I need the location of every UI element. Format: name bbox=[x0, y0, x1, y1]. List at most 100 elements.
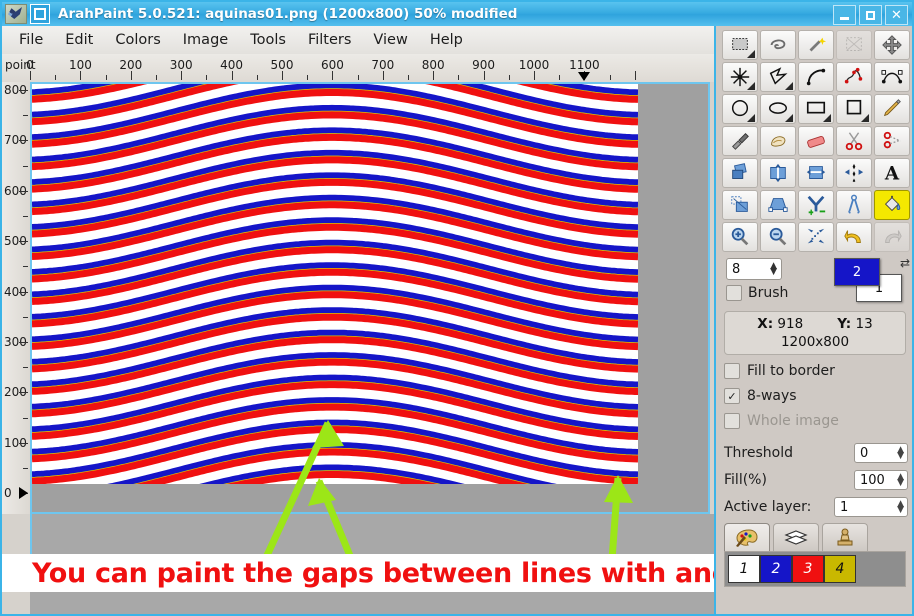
vertical-ruler[interactable]: 800 700 600 500 400 300 200 100 0 bbox=[2, 82, 30, 514]
coord-y-value: 13 bbox=[855, 316, 873, 332]
merge-split-icon[interactable] bbox=[798, 190, 834, 220]
palette-color-swatch[interactable]: 3 bbox=[792, 555, 824, 583]
redo-icon bbox=[874, 222, 910, 252]
palette-color-swatch[interactable]: 2 bbox=[760, 555, 792, 583]
window-controls: ✕ bbox=[833, 5, 908, 25]
layers-tab[interactable] bbox=[773, 523, 819, 552]
palette-color-swatch[interactable]: 4 bbox=[824, 555, 856, 583]
h-ruler-tick bbox=[206, 75, 208, 80]
fit-icon[interactable] bbox=[798, 222, 834, 252]
menu-view[interactable]: View bbox=[362, 30, 418, 50]
fill-to-border-row[interactable]: Fill to border bbox=[724, 363, 910, 379]
h-ruler-label: 0 bbox=[26, 58, 34, 72]
spinner-arrows-icon[interactable]: ▲ ▼ bbox=[770, 262, 777, 277]
active-layer-spinbox[interactable]: 1 ▲ ▼ bbox=[834, 497, 908, 517]
zoom-out-icon[interactable] bbox=[760, 222, 796, 252]
image-canvas[interactable] bbox=[32, 84, 638, 484]
eight-ways-label: 8-ways bbox=[747, 388, 797, 404]
threshold-label: Threshold bbox=[724, 445, 793, 461]
flip-vertical-icon[interactable] bbox=[760, 158, 796, 188]
close-button[interactable]: ✕ bbox=[885, 5, 908, 25]
v-ruler-tick bbox=[23, 216, 28, 217]
magic-wand-icon[interactable] bbox=[798, 30, 834, 60]
rect-select-icon[interactable] bbox=[722, 30, 758, 60]
lasso-select-icon[interactable] bbox=[760, 30, 796, 60]
canvas-viewport[interactable] bbox=[30, 82, 710, 514]
polygon-icon[interactable] bbox=[760, 62, 796, 92]
scissors-icon[interactable] bbox=[836, 126, 872, 156]
threshold-spinbox[interactable]: 0 ▲ ▼ bbox=[854, 443, 908, 463]
bezier-icon[interactable] bbox=[874, 62, 910, 92]
compass-icon[interactable] bbox=[836, 190, 872, 220]
fill-to-border-checkbox[interactable] bbox=[724, 363, 740, 379]
smudge-icon[interactable] bbox=[760, 126, 796, 156]
airbrush-icon[interactable] bbox=[722, 126, 758, 156]
foreground-color-swatch[interactable]: 2 bbox=[834, 258, 880, 286]
flip-horizontal-icon[interactable] bbox=[798, 158, 834, 188]
stamp-tab[interactable] bbox=[822, 523, 868, 552]
active-layer-row: Active layer: 1 ▲ ▼ bbox=[724, 495, 908, 519]
fill-bucket-icon[interactable] bbox=[874, 190, 910, 220]
perspective-icon[interactable] bbox=[760, 190, 796, 220]
mirror-icon[interactable] bbox=[836, 158, 872, 188]
horizontal-ruler[interactable]: point 0 100 200 300 400 500 600 700 800 900 1000 11… bbox=[2, 54, 714, 82]
undo-icon[interactable] bbox=[836, 222, 872, 252]
fill-to-border-label: Fill to border bbox=[747, 363, 835, 379]
menu-colors[interactable]: Colors bbox=[104, 30, 171, 50]
swap-colors-icon[interactable]: ⇄ bbox=[900, 256, 910, 270]
h-ruler-tick bbox=[458, 75, 460, 80]
color-swatches: 1 2 ⇄ bbox=[834, 256, 910, 302]
rectangle-icon[interactable] bbox=[798, 94, 834, 124]
h-ruler-tick bbox=[508, 75, 510, 80]
pencil-icon[interactable] bbox=[874, 94, 910, 124]
maximize-button[interactable] bbox=[859, 5, 882, 25]
menu-file[interactable]: File bbox=[8, 30, 54, 50]
eight-ways-checkbox[interactable]: ✓ bbox=[724, 388, 740, 404]
h-ruler-tick bbox=[181, 71, 183, 80]
h-ruler-label: 700 bbox=[371, 58, 395, 72]
h-ruler-tick bbox=[357, 75, 359, 80]
circle-icon[interactable] bbox=[722, 94, 758, 124]
menu-help[interactable]: Help bbox=[419, 30, 474, 50]
bottom-left-strip bbox=[2, 592, 30, 614]
palette-color-swatch[interactable]: 1 bbox=[728, 555, 760, 583]
threshold-spinner-arrows-icon[interactable]: ▲ ▼ bbox=[897, 446, 904, 461]
move-icon[interactable] bbox=[874, 30, 910, 60]
eraser-icon[interactable] bbox=[798, 126, 834, 156]
minimize-button[interactable] bbox=[833, 5, 856, 25]
h-ruler-label: 800 bbox=[421, 58, 445, 72]
menu-tools[interactable]: Tools bbox=[239, 30, 297, 50]
h-ruler-label: 100 bbox=[68, 58, 92, 72]
eight-ways-row[interactable]: ✓ 8-ways bbox=[724, 388, 910, 404]
cursor-position-box: X: 918 Y: 13 1200x800 bbox=[724, 311, 906, 355]
fill-percent-value: 100 bbox=[860, 472, 885, 488]
ellipse-icon[interactable] bbox=[760, 94, 796, 124]
palette-tab[interactable] bbox=[724, 523, 770, 552]
brush-size-spinbox[interactable]: 8 ▲ ▼ bbox=[726, 258, 782, 280]
h-ruler-label: 500 bbox=[270, 58, 294, 72]
h-ruler-tick bbox=[332, 71, 334, 80]
v-ruler-label: 0 bbox=[4, 486, 12, 501]
fill-spinner-arrows-icon[interactable]: ▲ ▼ bbox=[897, 473, 904, 488]
v-ruler-tick bbox=[19, 241, 28, 243]
brush-label: Brush bbox=[748, 285, 789, 301]
menu-edit[interactable]: Edit bbox=[54, 30, 104, 50]
fill-percent-spinbox[interactable]: 100 ▲ ▼ bbox=[854, 470, 908, 490]
curve-icon[interactable] bbox=[798, 62, 834, 92]
menu-image[interactable]: Image bbox=[172, 30, 239, 50]
brush-checkbox[interactable] bbox=[726, 285, 742, 301]
square-icon[interactable] bbox=[836, 94, 872, 124]
freehand-points-icon[interactable] bbox=[836, 62, 872, 92]
duplicate-icon[interactable] bbox=[722, 158, 758, 188]
scale-icon[interactable] bbox=[722, 190, 758, 220]
node-star-icon[interactable] bbox=[722, 62, 758, 92]
menu-filters[interactable]: Filters bbox=[297, 30, 362, 50]
text-icon[interactable]: A bbox=[874, 158, 910, 188]
h-ruler-tick bbox=[282, 71, 283, 80]
zoom-in-icon[interactable] bbox=[722, 222, 758, 252]
stamp-icon bbox=[837, 528, 853, 546]
tool-palette: A bbox=[722, 30, 910, 252]
tool-submenu-corner-icon bbox=[747, 114, 755, 122]
scissors-dashed-icon[interactable] bbox=[874, 126, 910, 156]
layer-spinner-arrows-icon[interactable]: ▲ ▼ bbox=[897, 500, 904, 515]
